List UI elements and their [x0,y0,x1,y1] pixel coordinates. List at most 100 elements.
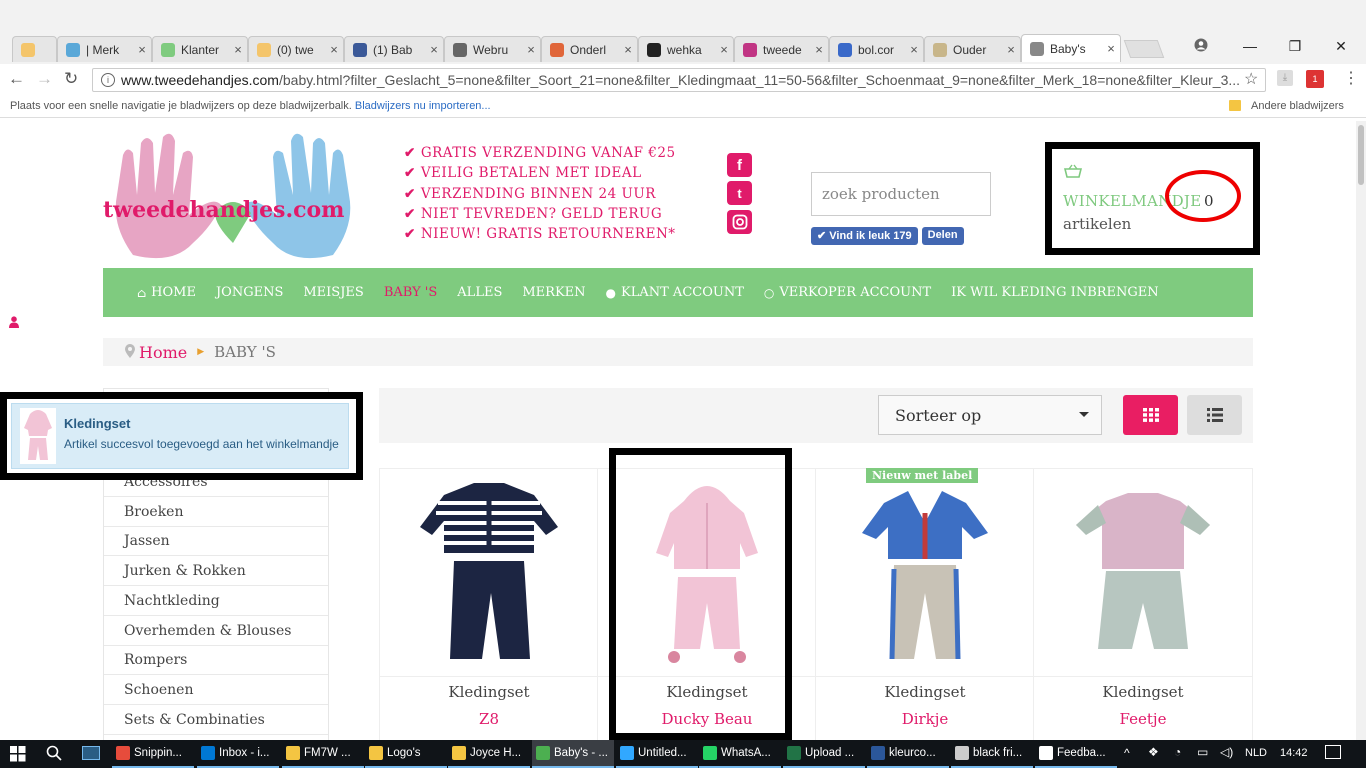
fb-share-button[interactable]: Delen [921,227,964,245]
reload-icon[interactable]: ↻ [64,69,78,89]
task-view-icon[interactable] [82,746,100,760]
nav-item-verkoper-account[interactable]: ○ VERKOPER ACCOUNT [764,285,931,300]
nav-item-jongens[interactable]: JONGENS [216,285,283,300]
info-icon[interactable]: i [101,73,115,87]
network-icon[interactable]: ◔ [1174,745,1181,759]
fb-like-button[interactable]: ✔ Vind ik leuk 179 [811,227,918,245]
minimize-button[interactable]: — [1235,38,1265,54]
browser-tab[interactable]: tweede × [734,36,829,62]
scrollbar-thumb[interactable] [1358,125,1364,185]
taskbar-app[interactable]: FM7W ... [282,740,364,768]
nav-item-meisjes[interactable]: MEISJES [303,285,363,300]
browser-tab[interactable]: Webru × [444,36,541,62]
tab-close-icon[interactable]: × [1102,41,1120,56]
taskbar-app[interactable]: Logo's [365,740,447,768]
grid-view-button[interactable] [1123,395,1178,435]
action-center-icon[interactable] [1325,745,1341,759]
tab-close-icon[interactable]: × [229,42,247,57]
category-link[interactable]: Jassen [104,526,328,557]
product-image[interactable] [832,473,1018,673]
taskbar-app[interactable]: Snippin... [112,740,194,768]
back-arrow-icon[interactable]: ← [8,69,25,89]
twitter-icon[interactable]: t [727,181,752,205]
search-input[interactable]: zoek producten [811,172,991,216]
user-icon[interactable] [9,316,19,331]
keyboard-language[interactable]: NLD [1245,747,1267,759]
product-card[interactable]: Kledingset Feetje [1034,469,1252,740]
sort-select[interactable]: Sorteer op [878,395,1102,435]
profile-icon[interactable] [1186,38,1216,55]
product-image[interactable] [1050,473,1236,673]
category-link[interactable]: Schoenen [104,675,328,705]
product-brand[interactable]: Feetje [1034,710,1252,728]
browser-tab[interactable]: Baby's × [1021,34,1121,62]
category-link[interactable]: Sets & Combinaties [104,705,328,735]
browser-tab[interactable]: | Merk × [57,36,152,62]
product-name[interactable]: Kledingset [1034,683,1252,701]
product-name[interactable]: Kledingset [380,683,598,701]
site-logo[interactable]: tweedehandjes.com [103,125,363,265]
browser-tab[interactable]: Klanter × [152,36,248,62]
tab-close-icon[interactable]: × [905,42,923,57]
tab-close-icon[interactable]: × [715,42,733,57]
browser-tab[interactable]: Onderl × [541,36,638,62]
instagram-icon[interactable] [727,210,752,234]
extension-badge-icon[interactable]: 1 [1306,70,1324,88]
browser-tab[interactable]: wehka × [638,36,734,62]
pdf-extension-icon[interactable]: ⤓ [1277,70,1293,86]
nav-item-baby-s[interactable]: BABY 'S [384,285,437,300]
browser-tab[interactable]: bol.cor × [829,36,924,62]
browser-tab[interactable]: Ouder × [924,36,1021,62]
nav-item-home[interactable]: ⌂ HOME [137,285,196,300]
windows-start-icon[interactable] [10,746,26,765]
dropbox-icon[interactable]: ❖ [1148,745,1159,759]
facebook-icon[interactable]: f [727,153,752,177]
tab-close-icon[interactable]: × [133,42,151,57]
taskbar-app[interactable]: Upload ... [783,740,865,768]
other-bookmarks[interactable]: Andere bladwijzers [1251,96,1344,116]
taskbar-app[interactable]: black fri... [951,740,1033,768]
tab-close-icon[interactable]: × [325,42,343,57]
import-bookmarks-link[interactable]: Bladwijzers nu importeren... [355,100,491,112]
product-card[interactable]: Kledingset Z8 [380,469,598,740]
browser-tab[interactable] [12,36,57,62]
product-brand[interactable]: Dirkje [816,710,1034,728]
category-link[interactable]: Jurken & Rokken [104,556,328,587]
category-link[interactable]: Nachtkleding [104,586,328,616]
taskbar-app[interactable]: Baby's - ... [532,740,614,768]
taskbar-app[interactable]: kleurco... [867,740,949,768]
address-bar[interactable]: i www.tweedehandjes.com/baby.html?filter… [92,68,1266,92]
new-tab-button[interactable] [1123,40,1165,58]
breadcrumb-home-link[interactable]: Home [139,343,187,362]
chevron-up-icon[interactable]: ^ [1124,746,1130,760]
product-name[interactable]: Kledingset [816,683,1034,701]
taskbar-app[interactable]: Feedba... [1035,740,1117,768]
taskbar-app[interactable]: WhatsA... [699,740,781,768]
browser-tab[interactable]: (0) twe × [248,36,344,62]
clock[interactable]: 14:42 [1280,747,1308,759]
category-link[interactable]: Broeken [104,497,328,527]
taskbar-app[interactable]: Untitled... [616,740,698,768]
close-window-button[interactable]: ✕ [1326,38,1356,55]
product-brand[interactable]: Z8 [380,710,598,728]
menu-dots-icon[interactable]: ⋮ [1343,68,1359,88]
forward-arrow-icon[interactable]: → [36,69,53,89]
taskbar-app[interactable]: Joyce H... [448,740,530,768]
tab-close-icon[interactable]: × [619,42,637,57]
tab-close-icon[interactable]: × [425,42,443,57]
tab-close-icon[interactable]: × [522,42,540,57]
tab-close-icon[interactable]: × [810,42,828,57]
browser-tab[interactable]: (1) Bab × [344,36,444,62]
nav-item-alles[interactable]: ALLES [457,285,502,300]
search-icon[interactable] [46,745,62,764]
nav-item-merken[interactable]: MERKEN [522,285,585,300]
product-card[interactable]: Kledingset Dirkje [816,469,1034,740]
tab-close-icon[interactable]: × [1002,42,1020,57]
restore-button[interactable]: ❐ [1280,38,1310,55]
volume-icon[interactable]: ◁) [1220,745,1233,759]
nav-item-ik-wil-kleding-inbrengen[interactable]: IK WIL KLEDING INBRENGEN [951,285,1159,300]
nav-item-klant-account[interactable]: ● KLANT ACCOUNT [606,285,744,300]
taskbar-app[interactable]: Inbox - i... [197,740,279,768]
page-scrollbar[interactable] [1356,121,1366,740]
product-image[interactable] [396,473,582,673]
